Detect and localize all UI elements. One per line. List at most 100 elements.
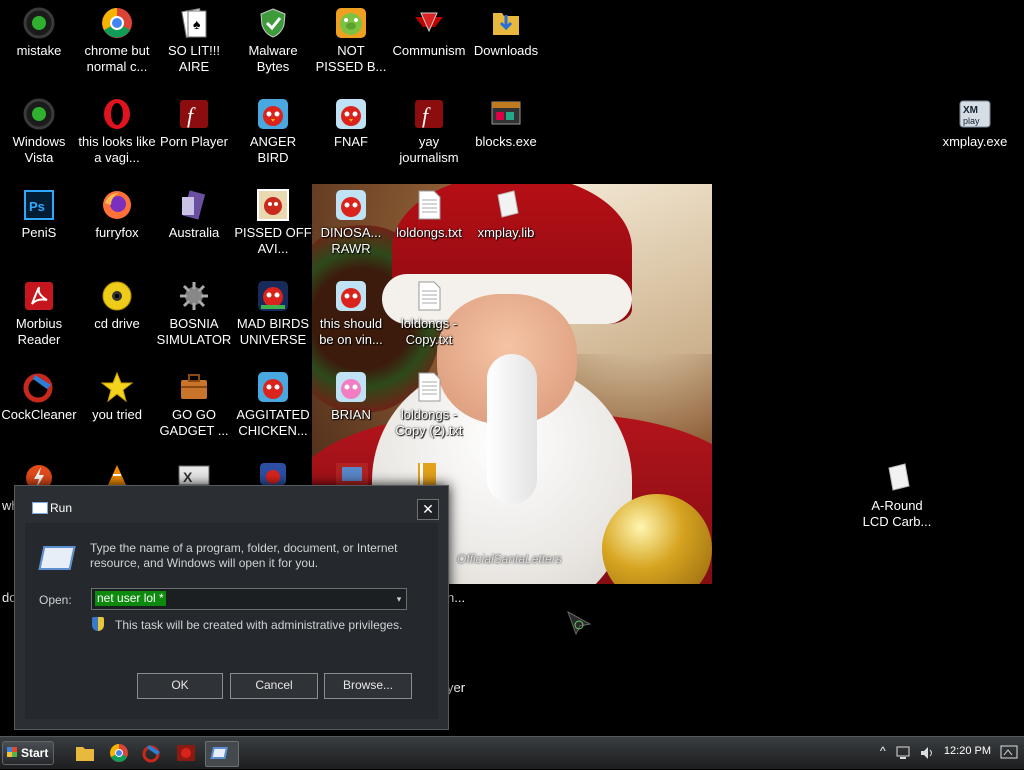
browse-button[interactable]: Browse...: [324, 673, 412, 699]
open-input-value[interactable]: net user lol *: [95, 591, 166, 606]
desktop-icon-loldongs-copy-2-txt[interactable]: loldongs - Copy (2).txt: [390, 364, 468, 439]
desktop-icon-so-lit-aire[interactable]: ♠ SO LIT!!! AIRE: [155, 0, 233, 75]
shield-check-icon: [257, 7, 289, 39]
desktop-icon-downloads[interactable]: Downloads: [467, 0, 545, 59]
open-combobox[interactable]: net user lol * ▾: [91, 588, 407, 610]
icon-label: Downloads: [473, 43, 539, 58]
desktop-icon-loldongs-txt[interactable]: loldongs.txt: [390, 182, 468, 241]
desktop-icon-penis[interactable]: Ps PeniS: [0, 182, 78, 241]
angry-bird-space-icon: [257, 280, 289, 312]
clock[interactable]: 12:20 PM: [944, 745, 991, 757]
run-program-icon: [38, 546, 76, 570]
photo-watermark: OfficialSantaLetters: [457, 552, 562, 566]
icon-label: Morbius Reader: [15, 316, 63, 347]
taskbar-ccleaner-button[interactable]: [139, 741, 165, 765]
desktop-icon-bosnia-simulator[interactable]: BOSNIA SIMULATOR: [155, 273, 233, 348]
start-button[interactable]: Start: [2, 741, 54, 765]
tray-expand-icon[interactable]: ^: [880, 744, 886, 758]
icon-label: MAD BIRDS UNIVERSE: [236, 316, 310, 347]
taskbar-explorer-button[interactable]: [72, 741, 98, 765]
downloads-folder-icon: [490, 7, 522, 39]
desktop-icon-loldongs-copy-txt[interactable]: loldongs - Copy.txt: [390, 273, 468, 348]
desktop-icon-not-pissed[interactable]: NOT PISSED B...: [312, 0, 390, 75]
open-label: Open:: [39, 593, 72, 607]
icon-label: chrome but normal c...: [84, 43, 150, 74]
desktop-icon-aggitated-chicken[interactable]: AGGITATED CHICKEN...: [234, 364, 312, 439]
desktop-icon-morbius-reader[interactable]: Morbius Reader: [0, 273, 78, 348]
icon-label: Windows Vista: [12, 134, 66, 165]
run-titlebar[interactable]: Run ✕: [15, 486, 448, 520]
windows-logo-icon: [7, 747, 17, 757]
opera-icon: [101, 98, 133, 130]
desktop-icon-communism[interactable]: Communism: [390, 0, 468, 59]
icon-label: ANGER BIRD: [249, 134, 297, 165]
playing-cards-icon: ♠: [178, 7, 210, 39]
blank-file-icon: [881, 462, 913, 494]
icon-label: Porn Player: [160, 134, 228, 149]
angry-bird-icon: [335, 98, 367, 130]
icon-label: Australia: [168, 225, 220, 240]
svg-text:♠: ♠: [193, 16, 201, 32]
icon-label: AGGITATED CHICKEN...: [236, 407, 310, 438]
desktop-icon-opera[interactable]: this looks like a vagi...: [78, 91, 156, 166]
run-icon: [32, 502, 48, 514]
icon-label: yay journalism: [399, 134, 459, 165]
icon-label: you tried: [92, 407, 142, 422]
icon-label: this should be on vin...: [319, 316, 383, 347]
taskbar-chrome-button[interactable]: [106, 741, 132, 765]
cancel-button[interactable]: Cancel: [230, 673, 318, 699]
taskbar: Start ^ 12:20 PM: [0, 736, 1024, 769]
desktop-icon-malware-bytes[interactable]: Malware Bytes: [234, 0, 312, 75]
ccleaner-icon: [23, 371, 55, 403]
desktop-icon-australia[interactable]: Australia: [155, 182, 233, 241]
desktop-icon-xmplay-exe[interactable]: XM play xmplay.exe: [936, 91, 1014, 150]
desktop-icon-this-should-be-on-vin[interactable]: this should be on vin...: [312, 273, 390, 348]
desktop-icon-mistake[interactable]: mistake: [0, 0, 78, 59]
run-title: Run: [50, 501, 73, 515]
svg-text:X: X: [183, 469, 193, 485]
flash-player-icon: f: [178, 98, 210, 130]
desktop-icon-xmplay-lib[interactable]: xmplay.lib: [467, 182, 545, 241]
dropdown-arrow-icon[interactable]: ▾: [392, 589, 406, 609]
network-icon[interactable]: [896, 745, 912, 761]
action-center-icon[interactable]: [1000, 745, 1018, 761]
desktop-icon-cd-drive[interactable]: cd drive: [78, 273, 156, 332]
icon-label: SO LIT!!! AIRE: [167, 43, 220, 74]
volume-icon[interactable]: [919, 745, 935, 761]
mouse-cursor-icon: [566, 610, 594, 641]
desktop-icon-anger-bird[interactable]: ANGER BIRD: [234, 91, 312, 166]
desktop-icon-dinosaur-rawr[interactable]: DINOSA... RAWR: [312, 182, 390, 257]
ok-button[interactable]: OK: [137, 673, 223, 699]
desktop-icon-fnaf[interactable]: FNAF: [312, 91, 390, 150]
close-icon: ✕: [422, 501, 434, 517]
run-description: Type the name of a program, folder, docu…: [90, 541, 398, 570]
desktop-icon-yay-journalism[interactable]: f yay journalism: [390, 91, 468, 166]
icon-label: A-Round LCD Carb...: [862, 498, 932, 529]
video-thumbnail-icon: [257, 189, 289, 221]
desktop-icon-pissed-off-avi[interactable]: PISSED OFF AVI...: [234, 182, 312, 257]
text-file-icon: [413, 189, 445, 221]
desktop-icon-go-go-gadget[interactable]: GO GO GADGET ...: [155, 364, 233, 439]
icon-label: this looks like a vagi...: [78, 134, 156, 165]
taskbar-game-button[interactable]: [173, 741, 199, 765]
flash-player-icon: f: [413, 98, 445, 130]
taskbar-run-button[interactable]: [205, 741, 239, 767]
desktop-icon-mad-birds-universe[interactable]: MAD BIRDS UNIVERSE: [234, 273, 312, 348]
ccleaner-icon: [142, 745, 160, 763]
desktop-icon-brian[interactable]: BRIAN: [312, 364, 390, 423]
icon-label: loldongs - Copy (2).txt: [395, 407, 463, 438]
svg-text:play: play: [963, 116, 980, 126]
desktop-icon-a-round-lcd[interactable]: A-Round LCD Carb...: [858, 455, 936, 530]
desktop-icon-you-tried[interactable]: you tried: [78, 364, 156, 423]
desktop-icon-windows-vista[interactable]: Windows Vista: [0, 91, 78, 166]
desktop-icon-furryfox[interactable]: furryfox: [78, 182, 156, 241]
xmplay-icon: XM play: [959, 98, 991, 130]
icon-label: BRIAN: [331, 407, 371, 422]
angry-bird-icon: [257, 371, 289, 403]
desktop-icon-porn-player[interactable]: f Porn Player: [155, 91, 233, 150]
desktop-icon-chrome[interactable]: chrome but normal c...: [78, 0, 156, 75]
desktop-icon-blocks-exe[interactable]: blocks.exe: [467, 91, 545, 150]
close-button[interactable]: ✕: [417, 499, 439, 520]
desktop: OfficialSantaLetters mistake chrome but …: [0, 0, 1024, 736]
desktop-icon-cockcleaner[interactable]: CockCleaner: [0, 364, 78, 423]
